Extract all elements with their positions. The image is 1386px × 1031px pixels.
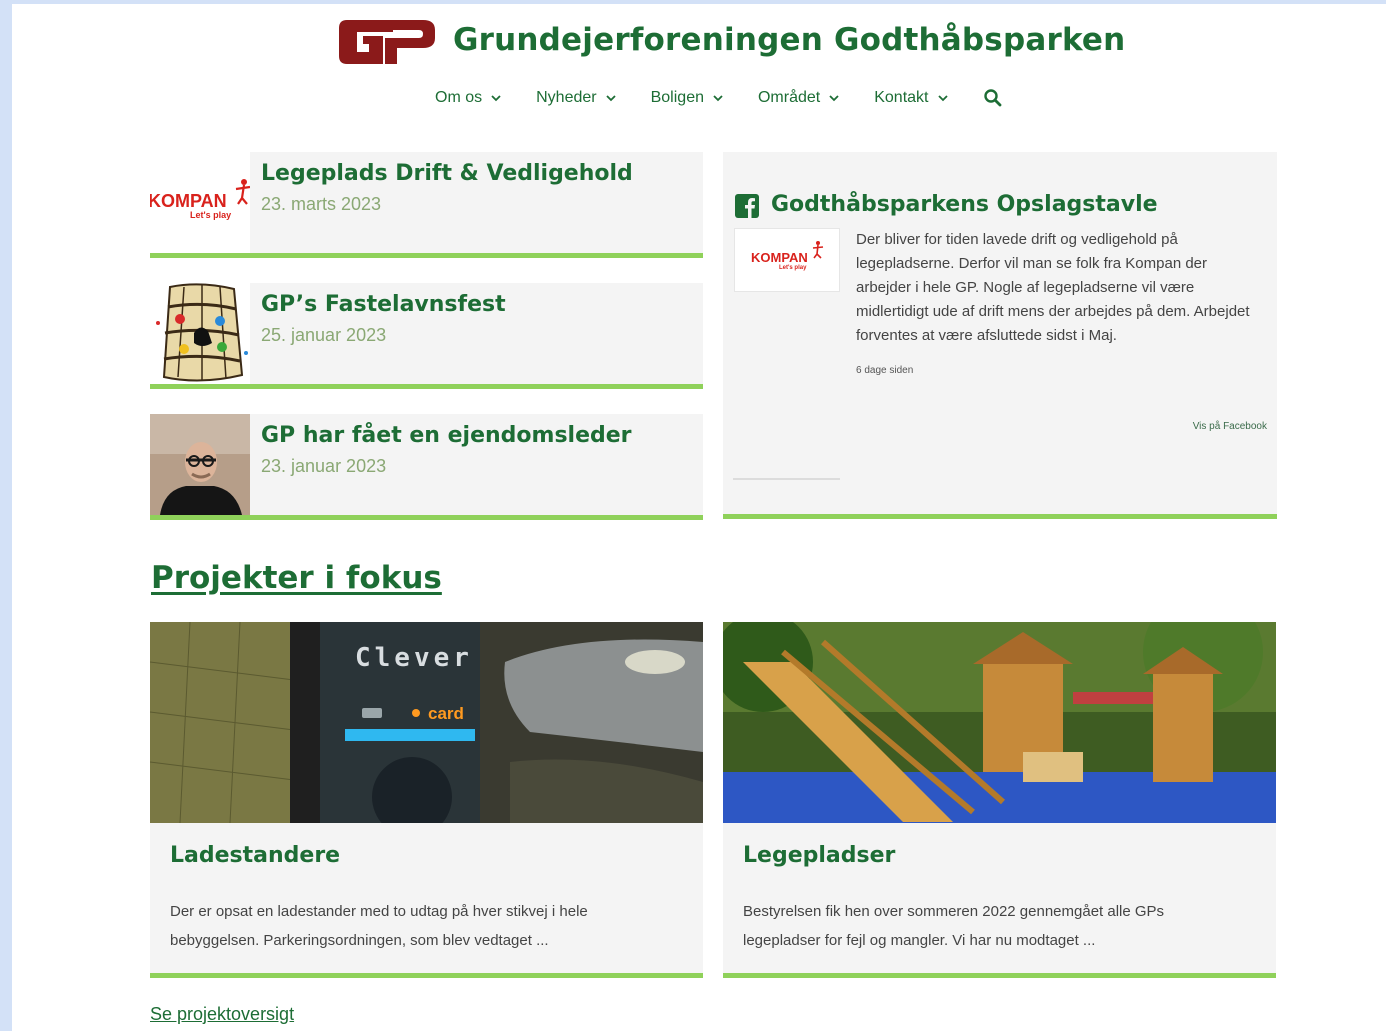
chevron-down-icon [937,95,948,102]
playground-photo [723,622,1276,823]
news-date: 23. marts 2023 [261,194,382,214]
svg-text:KOMPAN: KOMPAN [751,250,808,265]
project-card-ladestandere[interactable]: Clever card Ladestandere Der er opsat en… [150,622,703,978]
site-title[interactable]: Grundejerforeningen Godthåbsparken [453,22,1125,58]
kompan-logo-image: KOMPAN Let's play [751,241,824,271]
nav-item-label: Om os [435,89,483,106]
news-card[interactable]: GP har fået en ejendomsleder 23. januar … [150,414,703,520]
nav-item-nyheder[interactable]: Nyheder [536,89,616,107]
project-excerpt: Der er opsat en ladestander med to udtag… [170,903,588,949]
project-title[interactable]: Ladestandere [170,843,340,868]
facebook-feed-widget: Godthåbsparkens Opslagstavle KOMPAN Let'… [723,152,1277,519]
news-title[interactable]: GP har fået en ejendomsleder [261,423,632,448]
news-title[interactable]: GP’s Fastelavnsfest [261,292,506,317]
fastelavn-barrel-image [150,283,250,384]
project-image: Clever card [150,622,703,823]
gp-logo[interactable] [335,18,437,66]
chevron-down-icon [491,95,501,102]
person-photo [150,414,250,515]
nav-item-om-os[interactable]: Om os [435,89,502,107]
project-overview-link[interactable]: Se projektoversigt [150,1004,294,1025]
view-on-facebook-link[interactable]: Vis på Facebook [1193,421,1267,432]
search-icon[interactable] [983,88,1003,108]
facebook-post-text: Der bliver for tiden lavede drift og ved… [856,231,1250,344]
chevron-down-icon [713,95,723,102]
project-card-legepladser[interactable]: Legepladser Bestyrelsen fik hen over som… [723,622,1276,978]
svg-text:card: card [428,704,464,723]
facebook-feed-divider [733,478,840,480]
nav-item-label: Nyheder [536,89,597,106]
svg-text:Let's play: Let's play [190,210,231,220]
nav-item-boligen[interactable]: Boligen [651,89,724,107]
svg-text:KOMPAN: KOMPAN [150,191,227,211]
nav-item-label: Boligen [650,89,704,106]
chevron-down-icon [605,95,616,102]
nav-item-label: Kontakt [874,89,929,106]
page: Grundejerforeningen Godthåbsparken Om os… [12,4,1386,1031]
site-header: Grundejerforeningen Godthåbsparken Om os… [12,4,1386,134]
news-title[interactable]: Legeplads Drift & Vedligehold [261,161,633,186]
svg-text:Clever: Clever [355,643,473,673]
projects-heading[interactable]: Projekter i fokus [151,560,442,596]
news-thumbnail [150,414,250,515]
facebook-post-time: 6 dage siden [856,365,914,376]
project-title[interactable]: Legepladser [743,843,895,868]
news-thumbnail [150,283,250,384]
nav-item-label: Området [757,89,821,106]
charging-station-photo: Clever card [150,622,703,823]
svg-text:Let's play: Let's play [779,265,807,271]
news-date: 23. januar 2023 [261,456,387,476]
facebook-feed-title[interactable]: Godthåbsparkens Opslagstavle [771,192,1158,217]
project-image [723,622,1276,823]
nav-item-omraadet[interactable]: Området [758,89,840,107]
project-excerpt: Bestyrelsen fik hen over sommeren 2022 g… [743,903,1165,949]
facebook-post-thumbnail[interactable]: KOMPAN Let's play [734,228,840,292]
facebook-icon[interactable] [735,194,759,218]
nav-item-kontakt[interactable]: Kontakt [874,89,948,107]
main-navigation: Om os Nyheder Boligen Området Kontakt [435,86,1003,110]
news-date: 25. januar 2023 [261,325,387,345]
kompan-logo-image: KOMPAN Let's play [150,152,250,253]
news-card[interactable]: GP’s Fastelavnsfest 25. januar 2023 [150,283,703,389]
news-card[interactable]: KOMPAN Let's play Legeplads Drift & Vedl… [150,152,703,258]
chevron-down-icon [829,95,839,102]
news-thumbnail: KOMPAN Let's play [150,152,250,253]
